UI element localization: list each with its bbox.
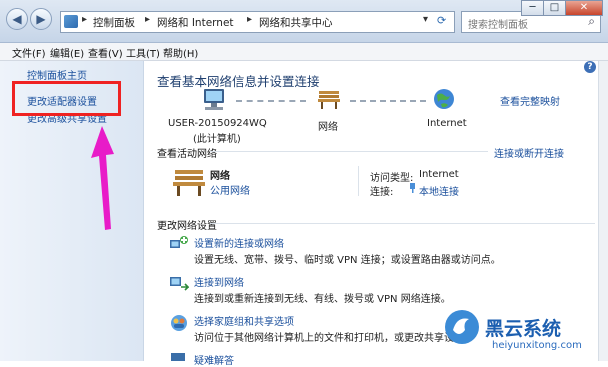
maximize-button[interactable]: □ <box>543 0 566 16</box>
connect-network-icon <box>170 277 189 291</box>
connect-disconnect-link[interactable]: 连接或断开连接 <box>494 145 564 160</box>
menu-tools[interactable]: 工具(T) <box>126 45 160 60</box>
local-connection-link[interactable]: 本地连接 <box>419 183 459 198</box>
menu-help[interactable]: 帮助(H) <box>163 45 198 60</box>
menu-view[interactable]: 查看(V) <box>88 45 123 60</box>
task-homegroup-link[interactable]: 选择家庭组和共享选项 <box>194 313 294 328</box>
watermark-logo-icon <box>445 310 479 344</box>
task-setup-connection-link[interactable]: 设置新的连接或网络 <box>194 235 284 250</box>
help-icon[interactable]: ? <box>584 61 596 73</box>
menu-edit[interactable]: 编辑(E) <box>50 45 84 60</box>
connection-line <box>350 100 426 102</box>
computer-icon <box>204 89 224 110</box>
ethernet-icon <box>410 183 415 193</box>
access-type-label: 访问类型: <box>370 173 414 184</box>
divider <box>210 151 488 152</box>
address-bar[interactable]: ▸ 控制面板 ▸ 网络和 Internet ▸ 网络和共享中心 ▾ ⟳ <box>60 11 455 33</box>
task-homegroup-desc: 访问位于其他网络计算机上的文件和打印机，或更改共享设置。 <box>194 333 474 344</box>
scrollbar[interactable] <box>598 61 608 361</box>
homegroup-icon <box>171 315 187 331</box>
chevron-right-icon: ▸ <box>247 14 253 25</box>
see-full-map-link[interactable]: 查看完整映射 <box>500 93 560 108</box>
title-bar: ◀ ▶ ▸ 控制面板 ▸ 网络和 Internet ▸ 网络和共享中心 ▾ ⟳ … <box>0 0 608 43</box>
access-type-value: Internet <box>419 169 459 180</box>
task-troubleshoot-link[interactable]: 疑难解答 <box>194 352 234 367</box>
control-panel-icon <box>64 15 78 28</box>
chevron-right-icon: ▸ <box>145 14 151 25</box>
active-network-name: 网络 <box>210 171 230 182</box>
page-title: 查看基本网络信息并设置连接 <box>157 74 320 89</box>
breadcrumb-control-panel[interactable]: 控制面板 <box>93 15 135 30</box>
search-placeholder: 搜索控制面板 <box>468 20 528 31</box>
menu-bar: 文件(F) 编辑(E) 查看(V) 工具(T) 帮助(H) <box>0 43 608 61</box>
refresh-icon[interactable]: ⟳ <box>437 14 446 27</box>
arrow-icon <box>91 126 114 230</box>
bench-icon <box>173 170 205 196</box>
task-connect-network-desc: 连接到或重新连接到无线、有线、拨号或 VPN 网络连接。 <box>194 294 451 305</box>
connection-label: 连接: <box>370 187 394 198</box>
task-setup-connection-desc: 设置无线、宽带、拨号、临时或 VPN 连接；或设置路由器或访问点。 <box>194 255 501 266</box>
menu-file[interactable]: 文件(F) <box>12 45 46 60</box>
breadcrumb-network-sharing-center[interactable]: 网络和共享中心 <box>259 15 333 30</box>
minimize-button[interactable]: ─ <box>521 0 544 16</box>
globe-icon <box>434 89 454 109</box>
watermark-brand: 黑云系统 <box>485 318 562 340</box>
troubleshoot-icon <box>171 353 185 361</box>
chevron-right-icon: ▸ <box>82 14 88 25</box>
back-button[interactable]: ◀ <box>6 8 28 30</box>
highlight-box <box>12 81 121 116</box>
task-connect-network-link[interactable]: 连接到网络 <box>194 274 244 289</box>
divider <box>358 166 359 196</box>
breadcrumb-network-internet[interactable]: 网络和 Internet <box>157 15 234 30</box>
network-label: 网络 <box>318 122 338 133</box>
active-networks-heading: 查看活动网络 <box>157 149 217 160</box>
new-connection-icon <box>170 236 188 248</box>
internet-label: Internet <box>427 118 467 129</box>
bench-icon <box>318 91 340 109</box>
forward-button[interactable]: ▶ <box>30 8 52 30</box>
dropdown-arrow-icon[interactable]: ▾ <box>423 14 428 25</box>
sidebar-item-control-panel-home[interactable]: 控制面板主页 <box>27 67 87 82</box>
computer-subtitle: (此计算机) <box>193 134 241 145</box>
change-settings-heading: 更改网络设置 <box>157 221 217 232</box>
close-button[interactable]: ✕ <box>565 0 603 16</box>
connection-line <box>236 100 306 102</box>
computer-name: USER-20150924WQ <box>168 118 267 129</box>
watermark-url: heiyunxitong.com <box>492 340 582 351</box>
divider <box>210 223 595 224</box>
search-icon[interactable]: ⌕ <box>588 14 595 29</box>
network-type-link[interactable]: 公用网络 <box>210 182 250 197</box>
